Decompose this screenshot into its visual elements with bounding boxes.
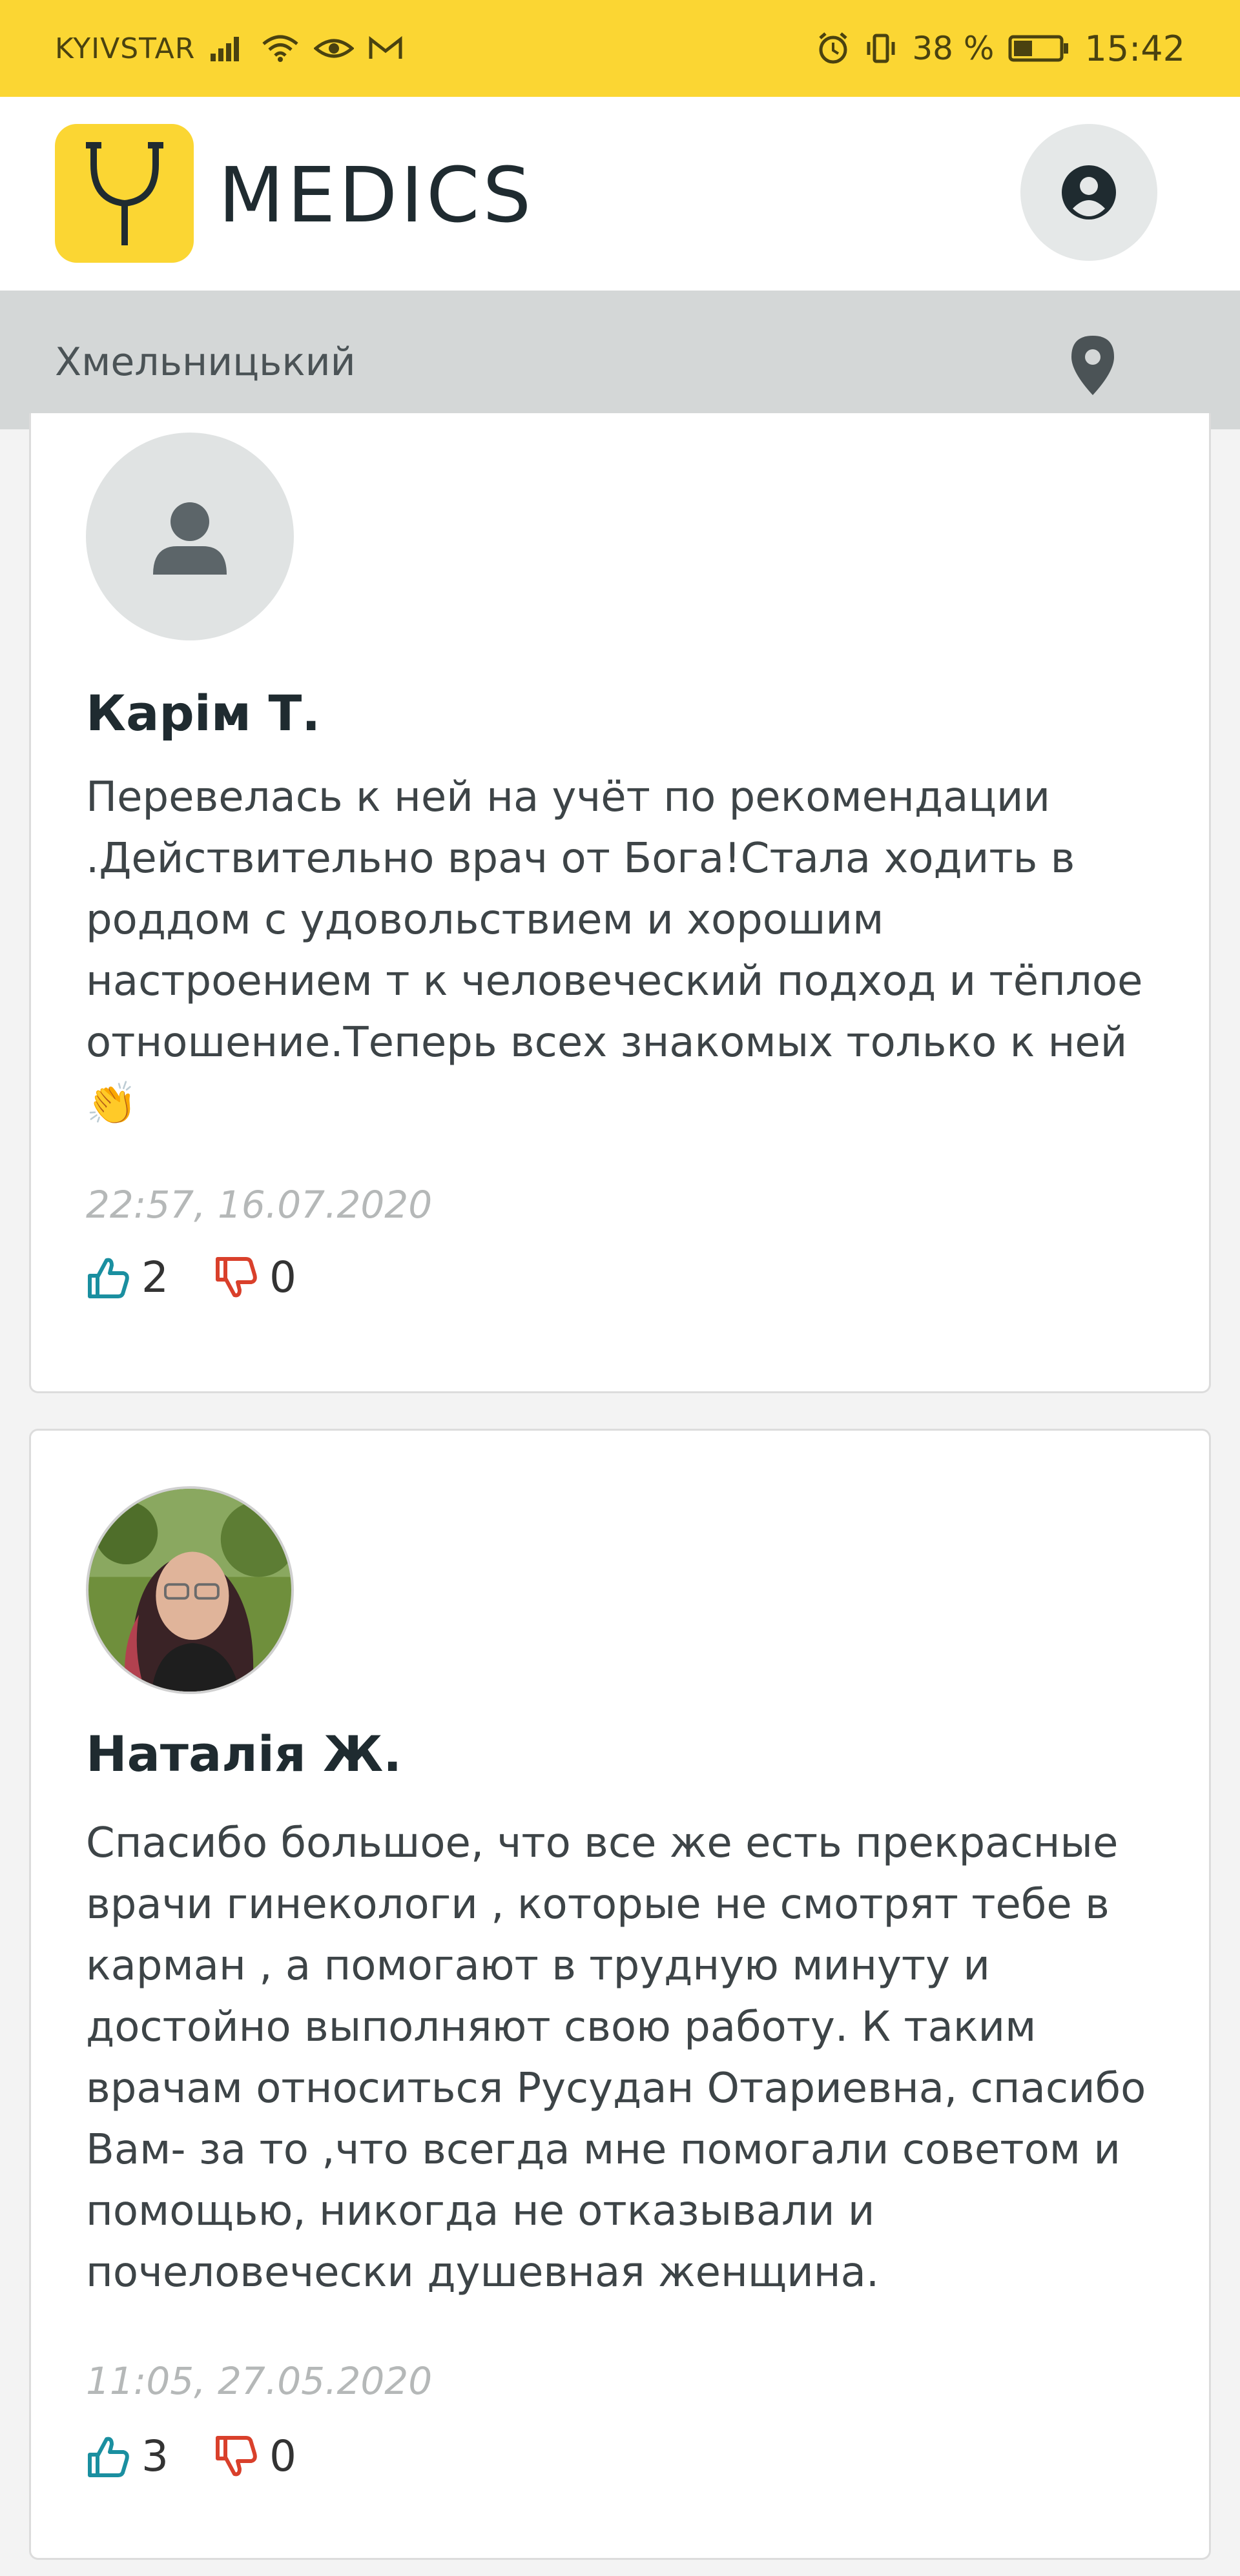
thumbs-up-icon: [88, 2437, 129, 2477]
review-text: Перевелась к ней на учёт по рекомендации…: [86, 773, 1143, 1128]
default-user-icon: [153, 502, 227, 575]
location-pin-icon[interactable]: [1069, 334, 1117, 399]
thumbs-down-icon: [216, 2435, 257, 2476]
reviewer-name: Наталія Ж.: [86, 1725, 402, 1783]
review-date: 22:57, 16.07.2020: [86, 1183, 433, 1227]
wifi-icon: [261, 34, 300, 63]
avatar: [86, 433, 294, 640]
like-button[interactable]: 3: [86, 2431, 169, 2481]
thumbs-down-icon: [216, 1256, 257, 1297]
alarm-icon: [816, 32, 850, 65]
like-count: 3: [141, 2431, 169, 2481]
status-left: KYIVSTAR: [55, 32, 403, 65]
review-votes: 2 0: [86, 1252, 342, 1302]
carrier-label: KYIVSTAR: [55, 32, 196, 65]
avatar: [86, 1486, 294, 1694]
reviewer-name: Карім Т.: [86, 684, 321, 742]
review-votes: 3 0: [86, 2431, 342, 2481]
review-card: Карім Т. Перевелась к ней на учёт по рек…: [29, 413, 1211, 1393]
city-name[interactable]: Хмельницький: [55, 340, 356, 385]
medics-logo[interactable]: [55, 124, 194, 263]
battery-percent: 38 %: [912, 30, 995, 67]
clock: 15:42: [1084, 28, 1185, 69]
dislike-count: 0: [269, 2431, 296, 2481]
brand-name[interactable]: MEDICS: [218, 156, 534, 234]
vibrate-icon: [864, 32, 898, 65]
review-text: Спасибо большое, что все же есть прекрас…: [86, 1819, 1146, 2296]
signal-icon: [209, 34, 247, 63]
city-selector[interactable]: Хмельницький: [0, 291, 1240, 429]
review-card: Наталія Ж. Спасибо большое, что все же е…: [29, 1429, 1211, 2560]
stethoscope-icon: [85, 141, 163, 245]
status-bar: KYIVSTAR 38 % 15:42: [0, 0, 1240, 97]
profile-button[interactable]: [1020, 124, 1157, 261]
like-button[interactable]: 2: [86, 1252, 169, 1302]
eye-icon: [314, 36, 355, 61]
dislike-button[interactable]: 0: [214, 2431, 296, 2481]
review-date: 11:05, 27.05.2020: [86, 2359, 433, 2403]
dislike-count: 0: [269, 1252, 296, 1302]
dislike-button[interactable]: 0: [214, 1252, 296, 1302]
user-photo: [88, 1489, 291, 1692]
battery-icon: [1008, 34, 1070, 63]
app-header: MEDICS: [0, 97, 1240, 291]
mail-icon: [368, 36, 403, 61]
user-circle-icon: [1062, 165, 1116, 220]
thumbs-up-icon: [88, 1258, 129, 1298]
status-right: 38 % 15:42: [816, 28, 1185, 69]
like-count: 2: [141, 1252, 169, 1302]
